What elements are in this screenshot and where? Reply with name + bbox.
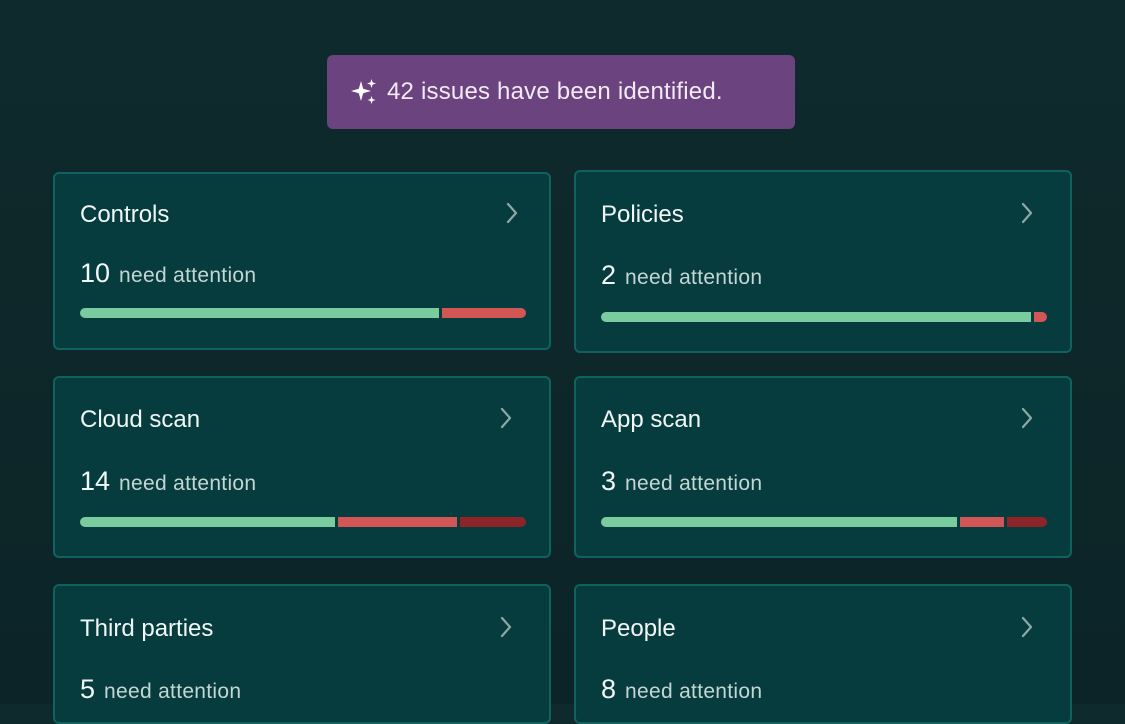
chevron-right-icon[interactable] (499, 406, 513, 430)
sparkles-icon (349, 77, 379, 107)
issues-summary-text: 42 issues have been identified. (387, 78, 723, 105)
attention-label: need attention (625, 472, 763, 495)
progress-segment-warning (960, 517, 1005, 527)
attention-label: need attention (625, 266, 763, 289)
attention-label: need attention (104, 680, 242, 703)
card-third-parties[interactable]: Third parties 5 need attention (53, 584, 551, 724)
attention-label: need attention (625, 680, 763, 703)
attention-row: 14 need attention (80, 466, 256, 497)
progress-segment-critical (460, 517, 526, 527)
attention-row: 2 need attention (601, 260, 762, 291)
attention-count: 2 (601, 260, 617, 290)
issues-banner: 42 issues have been identified. (327, 55, 795, 129)
progress-segment-warning (338, 517, 457, 527)
attention-count: 14 (80, 466, 111, 496)
attention-count: 3 (601, 466, 617, 496)
status-progress-bar (601, 312, 1047, 322)
card-title: Controls (80, 201, 170, 228)
progress-segment-warning (1033, 312, 1047, 322)
card-title: People (601, 615, 676, 642)
card-title: App scan (601, 406, 702, 433)
progress-segment-ok (601, 517, 958, 527)
attention-row: 8 need attention (601, 674, 762, 705)
attention-count: 10 (80, 258, 111, 288)
card-app-scan[interactable]: App scan 3 need attention (574, 376, 1072, 558)
card-people[interactable]: People 8 need attention (574, 584, 1072, 724)
status-progress-bar (80, 308, 526, 318)
chevron-right-icon[interactable] (505, 201, 519, 225)
status-progress-bar (601, 517, 1047, 527)
card-title: Cloud scan (80, 406, 201, 433)
card-title: Third parties (80, 615, 214, 642)
attention-label: need attention (119, 264, 257, 287)
progress-segment-critical (1007, 517, 1047, 527)
chevron-right-icon[interactable] (1020, 201, 1034, 225)
attention-row: 5 need attention (80, 674, 241, 705)
attention-count: 8 (601, 674, 617, 704)
progress-segment-warning (441, 308, 526, 318)
attention-label: need attention (119, 472, 257, 495)
chevron-right-icon[interactable] (1020, 615, 1034, 639)
attention-row: 10 need attention (80, 258, 256, 289)
chevron-right-icon[interactable] (499, 615, 513, 639)
attention-count: 5 (80, 674, 96, 704)
progress-segment-ok (601, 312, 1031, 322)
status-progress-bar (80, 517, 526, 527)
card-cloud-scan[interactable]: Cloud scan 14 need attention (53, 376, 551, 558)
card-policies[interactable]: Policies 2 need attention (574, 170, 1072, 353)
card-title: Policies (601, 201, 684, 228)
chevron-right-icon[interactable] (1020, 406, 1034, 430)
progress-segment-ok (80, 308, 439, 318)
attention-row: 3 need attention (601, 466, 762, 497)
progress-segment-ok (80, 517, 336, 527)
card-controls[interactable]: Controls 10 need attention (53, 172, 551, 350)
